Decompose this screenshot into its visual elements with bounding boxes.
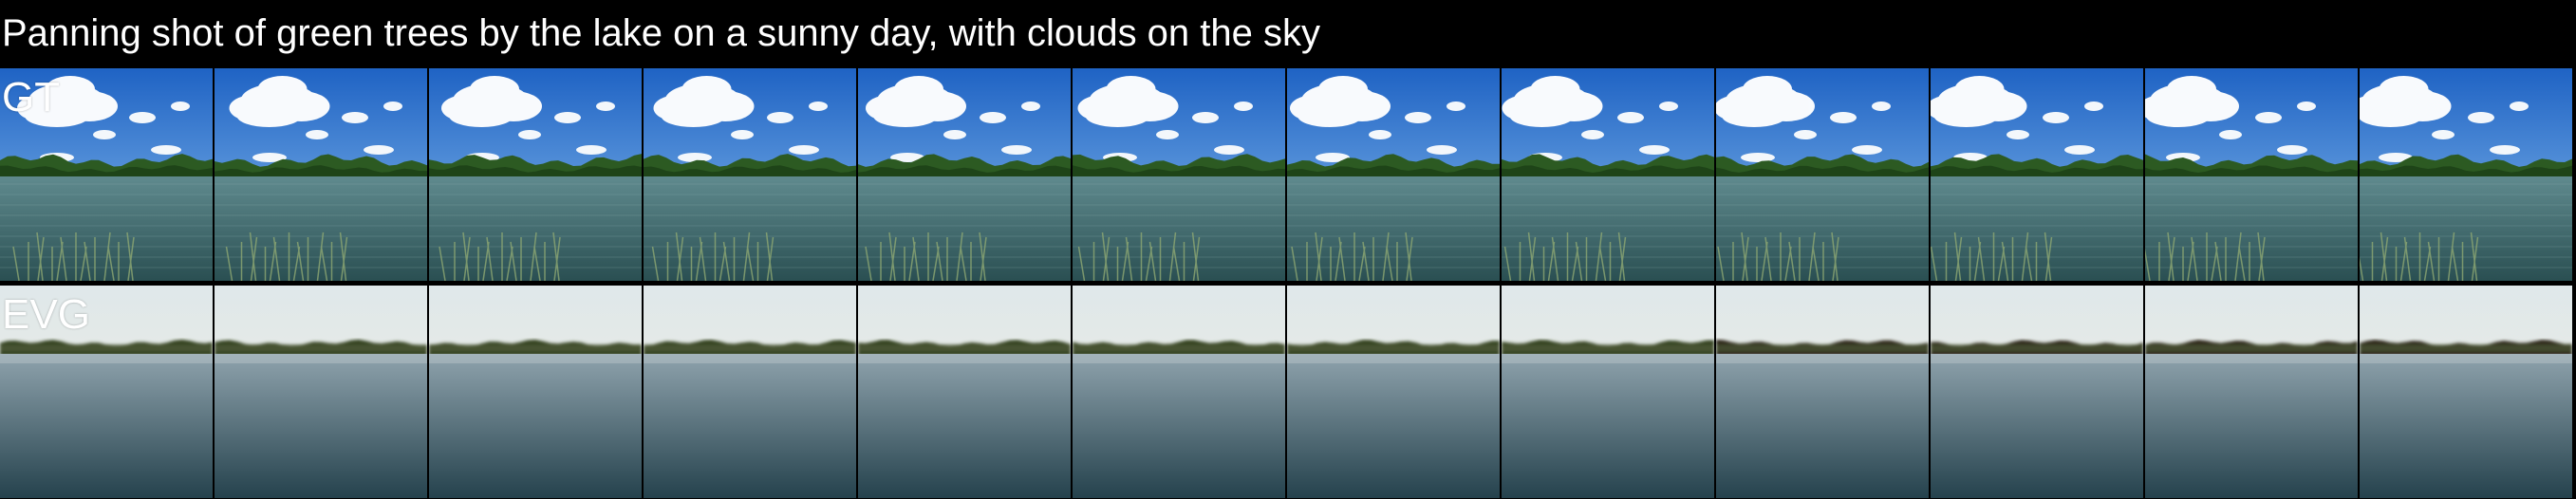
- gt-frame: [858, 68, 1071, 281]
- video-caption: Panning shot of green trees by the lake …: [2, 12, 1321, 54]
- evg-frame: [1716, 286, 1929, 498]
- evg-frame: [1931, 286, 2143, 498]
- gt-frame: [1716, 68, 1929, 281]
- gt-frame-strip: GT: [0, 68, 2576, 281]
- gt-row-label: GT: [2, 74, 61, 120]
- gt-frame: [1502, 68, 1714, 281]
- gt-frame: [429, 68, 642, 281]
- gt-frame: [1287, 68, 1500, 281]
- evg-frame-strip: EVG: [0, 286, 2576, 498]
- evg-frame: [644, 286, 856, 498]
- gt-frame: [644, 68, 856, 281]
- evg-frame: [2360, 286, 2572, 498]
- evg-frame: [215, 286, 427, 498]
- gt-frame: [2360, 68, 2572, 281]
- gt-frame: [215, 68, 427, 281]
- gt-frame: [1073, 68, 1285, 281]
- evg-row-label: EVG: [2, 291, 90, 338]
- evg-frame: [1287, 286, 1500, 498]
- evg-frame: [2145, 286, 2358, 498]
- evg-frame: [429, 286, 642, 498]
- gt-frame: [2145, 68, 2358, 281]
- evg-frame: [1073, 286, 1285, 498]
- gt-frame: [1931, 68, 2143, 281]
- evg-frame: [1502, 286, 1714, 498]
- evg-frame: [858, 286, 1071, 498]
